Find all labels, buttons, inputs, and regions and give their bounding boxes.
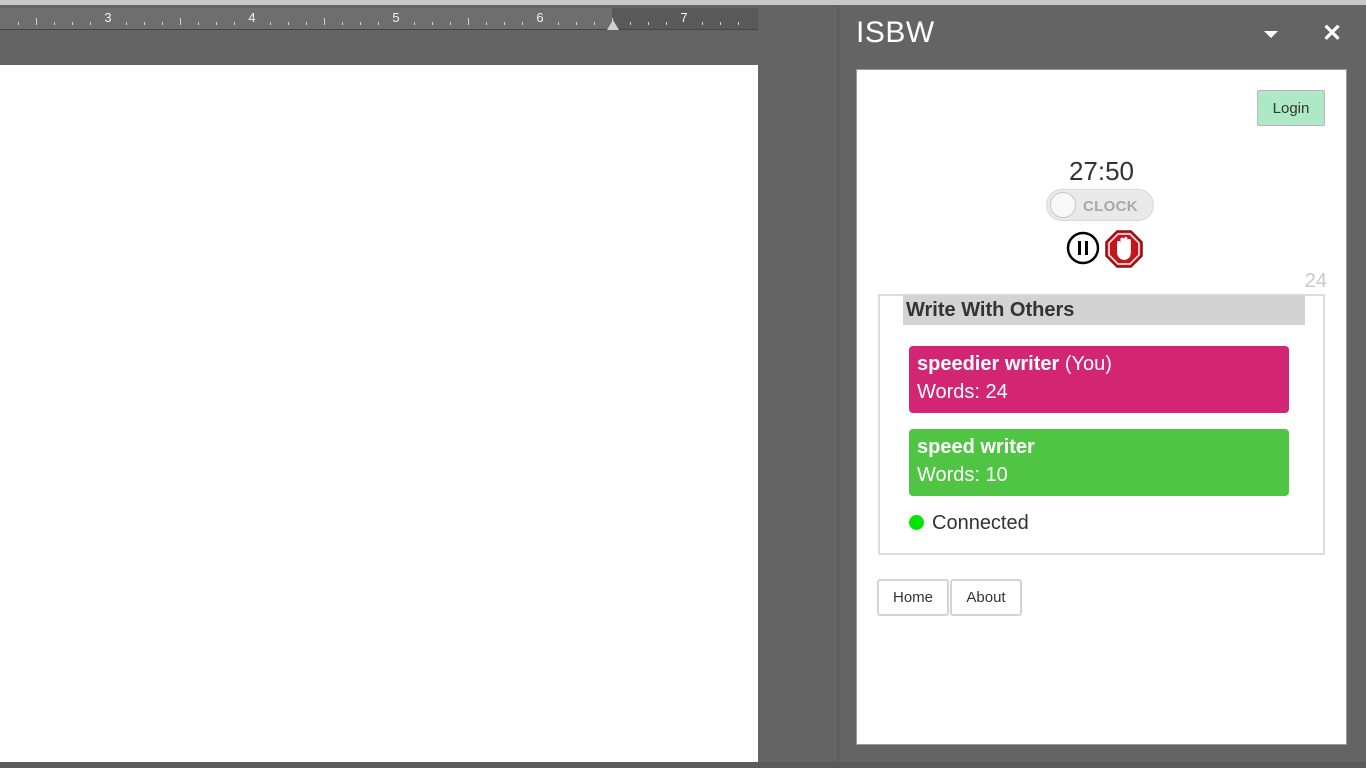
connection-status-text: Connected bbox=[932, 512, 1029, 534]
ruler-tick bbox=[558, 22, 559, 25]
ruler-tick bbox=[738, 22, 739, 25]
ruler-tick bbox=[324, 18, 325, 25]
status-bar-edge bbox=[0, 762, 1366, 768]
ruler-tick bbox=[666, 22, 667, 25]
ruler-tick bbox=[504, 22, 505, 25]
ruler-tick bbox=[270, 22, 271, 25]
ruler-tick bbox=[144, 22, 145, 25]
ruler-tick bbox=[306, 22, 307, 25]
ruler-tick bbox=[198, 22, 199, 25]
document-page[interactable] bbox=[0, 65, 758, 768]
ruler-tick bbox=[630, 22, 631, 25]
writer-words: Words: 24 bbox=[917, 381, 1008, 403]
ruler-tick bbox=[342, 22, 343, 25]
ruler-tick bbox=[54, 22, 55, 25]
ruler-tick bbox=[486, 22, 487, 25]
addin-panel: Login 27:50 CLOCK 24 Write With Others s… bbox=[856, 69, 1347, 745]
ruler-tick bbox=[648, 22, 649, 25]
writer-card: speed writer Words: 10 bbox=[909, 429, 1289, 496]
ruler-number: 7 bbox=[680, 10, 688, 25]
about-button[interactable]: About bbox=[950, 579, 1022, 616]
login-button[interactable]: Login bbox=[1257, 90, 1325, 126]
ruler-tick bbox=[162, 22, 163, 25]
pane-divider[interactable] bbox=[838, 5, 839, 765]
clock-toggle[interactable]: CLOCK bbox=[1046, 189, 1154, 221]
ruler-tick bbox=[234, 22, 235, 25]
timer-display: 27:50 bbox=[1068, 156, 1135, 186]
writer-words: Words: 10 bbox=[917, 464, 1008, 486]
ruler-tick bbox=[576, 22, 577, 25]
ruler-tick bbox=[72, 22, 73, 25]
chevron-down-icon[interactable] bbox=[1262, 24, 1288, 46]
ruler-tick bbox=[288, 22, 289, 25]
write-with-others-panel: Write With Others speedier writer (You) … bbox=[878, 294, 1325, 555]
ruler-tick bbox=[468, 18, 469, 25]
ruler-tick bbox=[36, 18, 37, 25]
ruler-tick bbox=[702, 22, 703, 25]
ruler-tick bbox=[360, 22, 361, 25]
writer-name: speedier writer bbox=[917, 353, 1060, 375]
ruler-tick bbox=[90, 22, 91, 25]
ruler-tick bbox=[414, 22, 415, 25]
ruler-tick bbox=[450, 22, 451, 25]
connection-status: Connected bbox=[909, 512, 1029, 534]
ruler-number: 4 bbox=[248, 10, 256, 25]
right-indent-marker[interactable] bbox=[607, 20, 619, 30]
close-icon[interactable]: ✕ bbox=[1318, 20, 1346, 48]
ruler-tick bbox=[126, 22, 127, 25]
ruler-tick bbox=[432, 22, 433, 25]
ruler-number: 3 bbox=[104, 10, 112, 25]
ruler-tick bbox=[720, 22, 721, 25]
task-pane-title: ISBW bbox=[856, 16, 935, 49]
write-with-others-title: Write With Others bbox=[903, 295, 1305, 325]
ruler-tick bbox=[18, 22, 19, 25]
writer-name: speed writer bbox=[917, 436, 1035, 458]
horizontal-ruler[interactable]: 3 4 5 6 7 bbox=[0, 8, 758, 30]
ruler-tick bbox=[216, 22, 217, 25]
status-dot-icon bbox=[909, 515, 924, 530]
stop-hand-icon[interactable] bbox=[1104, 229, 1144, 269]
ruler-text-area bbox=[0, 8, 612, 29]
pause-icon[interactable] bbox=[1066, 231, 1100, 265]
ruler-tick bbox=[378, 22, 379, 25]
window-top-edge bbox=[0, 0, 1366, 5]
clock-toggle-label: CLOCK bbox=[1083, 198, 1138, 215]
ruler-number: 5 bbox=[392, 10, 400, 25]
word-count: 24 bbox=[1304, 270, 1327, 292]
ruler-tick bbox=[522, 22, 523, 25]
ruler-tick bbox=[180, 18, 181, 25]
ruler-tick bbox=[594, 22, 595, 25]
toggle-knob bbox=[1050, 192, 1076, 218]
writer-you-tag: (You) bbox=[1059, 353, 1112, 375]
home-button[interactable]: Home bbox=[877, 579, 949, 616]
ruler-number: 6 bbox=[536, 10, 544, 25]
writer-card-you: speedier writer (You) Words: 24 bbox=[909, 346, 1289, 413]
